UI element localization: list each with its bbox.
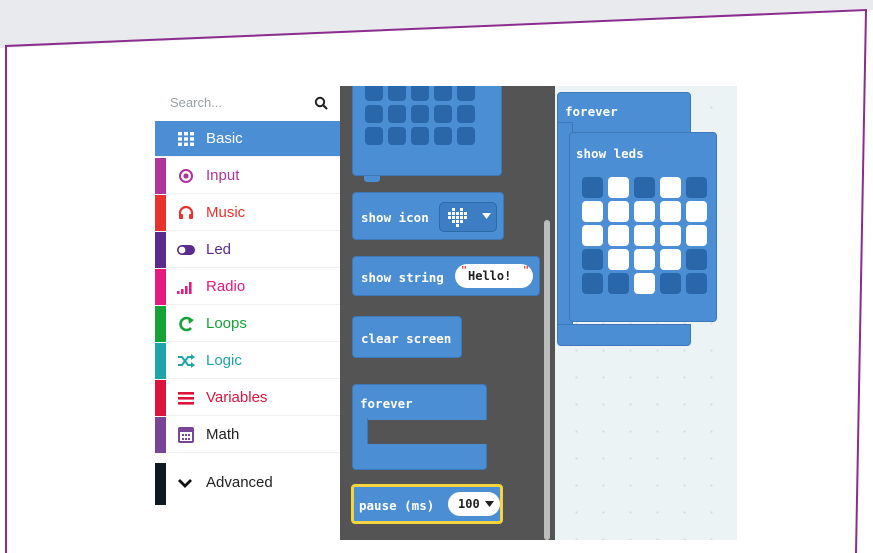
category-label: Logic [206,352,242,369]
string-value: Hello! [468,269,512,283]
quote-mark: " [461,265,468,276]
led-cell[interactable] [660,177,681,198]
search-box[interactable]: Search... [155,86,340,120]
workspace-show-leds-block[interactable]: show leds [569,132,717,322]
category-music[interactable]: Music [155,195,340,231]
category-variables[interactable]: Variables [155,380,340,416]
block-flyout: show icon show string " Hello! " clear s… [340,86,555,540]
string-input[interactable]: " Hello! " [455,264,533,288]
led-cell[interactable] [608,201,629,222]
forever-block[interactable]: forever [352,384,487,472]
led-cell[interactable] [582,177,603,198]
block-label: show string [361,270,444,285]
clear-screen-block[interactable]: clear screen [352,316,462,358]
show-icon-block[interactable]: show icon [352,192,504,240]
category-input[interactable]: Input [155,158,340,194]
category-math[interactable]: Math [155,417,340,453]
led-cell[interactable] [686,273,707,294]
loop-icon [177,316,195,332]
led-cell[interactable] [634,201,655,222]
led-cell[interactable] [686,201,707,222]
led-cell[interactable] [660,225,681,246]
category-advanced[interactable]: Advanced [155,463,340,505]
category-color-stripe [155,269,166,305]
block-label: pause (ms) [359,498,435,513]
category-color-stripe [155,463,166,505]
led-cell[interactable] [634,225,655,246]
pause-value: 100 [458,497,480,511]
show-string-block[interactable]: show string " Hello! " [352,256,540,296]
workspace-canvas[interactable]: forever show leds [555,86,737,540]
category-label: Basic [206,130,243,147]
calculator-icon [177,427,195,443]
category-label: Advanced [206,474,273,491]
led-cell[interactable] [608,273,629,294]
block-label: forever [565,104,618,119]
category-led[interactable]: Led [155,232,340,268]
target-icon [177,168,195,184]
makecode-editor: Search... Basic Input Music Led Radio Lo… [155,86,737,540]
icon-dropdown[interactable] [439,202,497,232]
led-cell[interactable] [582,225,603,246]
shuffle-icon [177,353,195,369]
dropdown-arrow-icon [482,213,491,219]
led-cell[interactable] [634,273,655,294]
led-cell[interactable] [582,201,603,222]
led-cell[interactable] [608,249,629,270]
led-cell[interactable] [608,225,629,246]
category-label: Input [206,167,240,184]
block-label: clear screen [361,331,452,346]
category-radio[interactable]: Radio [155,269,340,305]
led-cell[interactable] [582,249,603,270]
block-label: show leds [576,146,644,161]
category-color-stripe [155,417,166,453]
flyout-scrollbar[interactable] [544,220,550,540]
led-cell[interactable] [686,225,707,246]
led-cell[interactable] [660,249,681,270]
block-label: show icon [361,210,429,225]
led-cell[interactable] [686,177,707,198]
led-cell[interactable] [660,273,681,294]
grid-icon [177,131,195,147]
category-label: Loops [206,315,247,332]
led-cell[interactable] [686,249,707,270]
led-cell[interactable] [634,177,655,198]
block-label: forever [360,396,413,411]
category-color-stripe [155,158,166,194]
led-grid[interactable] [582,177,712,297]
dropdown-arrow-icon [485,501,494,507]
category-label: Variables [206,389,268,406]
category-color-stripe [155,343,166,379]
category-basic[interactable]: Basic [155,121,340,157]
list-icon [177,390,195,406]
toggle-icon [177,242,195,258]
search-input[interactable]: Search... [170,95,222,110]
toolbox: Search... Basic Input Music Led Radio Lo… [155,86,340,540]
chevron-down-icon [178,479,192,488]
category-color-stripe [155,232,166,268]
show-leds-block[interactable] [352,86,502,176]
category-logic[interactable]: Logic [155,343,340,379]
category-color-stripe [155,306,166,342]
category-color-stripe [155,380,166,416]
pause-value-dropdown[interactable]: 100 [448,492,500,516]
category-loops[interactable]: Loops [155,306,340,342]
led-cell[interactable] [582,273,603,294]
signal-icon [177,279,195,295]
pause-block[interactable]: pause (ms) 100 [351,484,503,524]
quote-mark: " [523,265,530,276]
category-color-stripe [155,195,166,231]
heart-icon [448,208,467,227]
category-label: Math [206,426,240,443]
led-cell[interactable] [660,201,681,222]
headphones-icon [177,205,195,221]
category-label: Music [206,204,246,221]
category-label: Radio [206,278,246,295]
led-cell[interactable] [634,249,655,270]
led-cell[interactable] [608,177,629,198]
category-label: Led [206,241,232,258]
search-icon[interactable] [314,96,328,110]
